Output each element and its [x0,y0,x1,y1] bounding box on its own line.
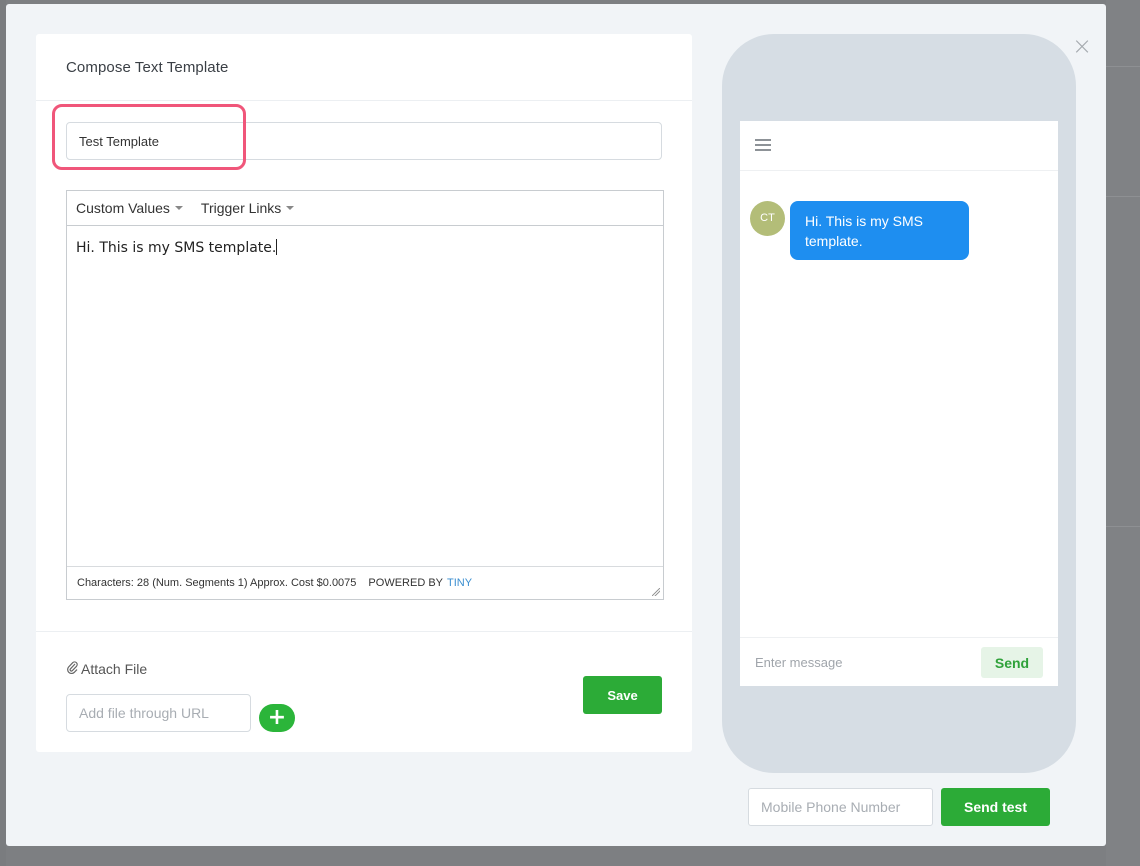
phone-preview: CT Hi. This is my SMS template. Send [722,34,1076,773]
caret-down-icon [286,206,295,210]
resize-handle-icon[interactable] [652,588,660,596]
close-icon[interactable]: × [1068,32,1096,60]
message-input[interactable] [740,638,975,686]
editor-toolbar: Custom Values Trigger Links [67,191,663,226]
editor-status-bar: Characters: 28 (Num. Segments 1) Approx.… [67,566,663,599]
custom-values-label: Custom Values [76,200,170,216]
trigger-links-dropdown[interactable]: Trigger Links [200,200,295,216]
file-url-input[interactable] [66,694,251,732]
card-divider [36,631,692,632]
menu-icon[interactable] [755,139,771,151]
compose-template-modal: × Compose Text Template Custom Values Tr… [6,4,1106,846]
character-count: Characters: 28 (Num. Segments 1) Approx.… [77,577,357,589]
phone-compose-bar: Send [740,637,1058,686]
background-divider [1106,66,1140,67]
custom-values-dropdown[interactable]: Custom Values [76,200,183,216]
send-test-button[interactable]: Send test [941,788,1050,826]
text-cursor [276,239,278,255]
phone-header [740,121,1058,171]
template-name-input[interactable] [66,122,662,160]
avatar: CT [750,201,785,236]
background-divider [1106,196,1140,197]
tiny-link[interactable]: TINY [447,577,472,589]
powered-by-label: POWERED BY [368,577,443,589]
trigger-links-label: Trigger Links [200,200,282,216]
editor-text: Hi. This is my SMS template. [76,240,277,256]
mobile-phone-input[interactable] [748,788,933,826]
paperclip-icon [66,660,78,678]
attach-file-text: Attach File [81,661,148,677]
save-button[interactable]: Save [583,676,662,714]
phone-send-button[interactable]: Send [981,647,1043,678]
message-bubble: Hi. This is my SMS template. [790,201,969,260]
background-right-strip [1106,0,1140,866]
add-file-button[interactable]: + [259,704,295,732]
phone-screen: CT Hi. This is my SMS template. Send [740,121,1058,686]
background-divider [1106,526,1140,527]
caret-down-icon [174,206,183,210]
modal-title: Compose Text Template [36,34,692,101]
editor-text-area[interactable]: Hi. This is my SMS template. [67,226,663,566]
message-editor: Custom Values Trigger Links Hi. This is … [66,190,664,600]
template-editor-card: Compose Text Template Custom Values Trig… [36,34,692,752]
attach-file-label: Attach File [66,660,147,678]
